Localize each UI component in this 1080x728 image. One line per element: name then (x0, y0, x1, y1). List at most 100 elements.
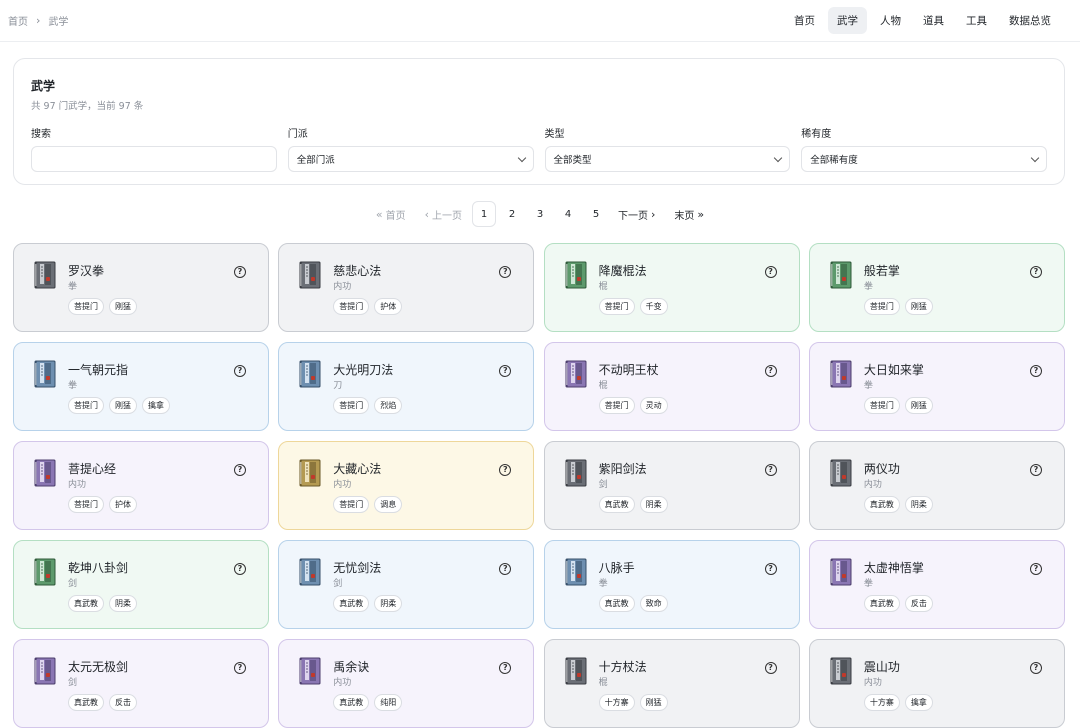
martial-art-card[interactable]: 紫阳剑法 剑 真武教 阴柔 ? (543, 441, 800, 530)
help-icon[interactable]: ? (764, 266, 777, 278)
page-button[interactable]: 4 (556, 201, 580, 227)
filter-label: 类型 (544, 129, 565, 140)
breadcrumb-home[interactable]: 首页 (8, 13, 28, 28)
martial-art-card[interactable]: 不动明王杖 棍 菩提门 灵动 ? (543, 342, 800, 431)
tag-list: 菩提门 刚猛 (863, 397, 933, 414)
tag-badge: 护体 (109, 496, 137, 513)
martial-art-card[interactable]: 菩提心经 内功 菩提门 护体 ? (13, 441, 269, 530)
martial-art-card[interactable]: 八脉手 拳 真武教 致命 ? (543, 540, 800, 629)
nav-data-overview[interactable]: 数据总览 (1000, 7, 1060, 34)
card-type: 内功 (863, 678, 882, 688)
next-page-label: 下一页 (618, 210, 648, 222)
help-icon[interactable]: ? (234, 365, 246, 377)
help-icon[interactable]: ? (1029, 662, 1042, 674)
prev-page-label: 上一页 (432, 210, 462, 222)
card-name: 般若掌 (863, 264, 900, 278)
search-field-wrapper (31, 146, 277, 172)
top-bar: 首页 › 武学 首页 武学 人物 道具 工具 数据总览 (0, 0, 1080, 42)
martial-art-card[interactable]: 一气朝元指 拳 菩提门 刚猛 擒拿 ? (13, 342, 269, 431)
nav-characters[interactable]: 人物 (871, 7, 910, 34)
tag-list: 菩提门 千变 (598, 298, 668, 315)
page-button[interactable]: 2 (500, 201, 524, 227)
help-icon[interactable]: ? (764, 365, 777, 377)
martial-art-card[interactable]: 两仪功 内功 真武教 阴柔 ? (808, 441, 1065, 530)
tag-list: 菩提门 灵动 (598, 397, 668, 414)
chevron-right-icon: › (651, 207, 656, 221)
help-icon[interactable]: ? (499, 464, 512, 476)
nav-items[interactable]: 道具 (914, 7, 953, 34)
chevron-down-icon (517, 153, 526, 162)
help-icon[interactable]: ? (1029, 365, 1042, 377)
rarity-select[interactable]: 全部稀有度 (801, 146, 1047, 172)
help-icon[interactable]: ? (499, 266, 512, 278)
martial-art-card[interactable]: 十方杖法 棍 十方寨 刚猛 ? (543, 639, 800, 728)
tag-badge: 阴柔 (904, 496, 933, 513)
card-name: 八脉手 (598, 561, 635, 575)
card-type: 剑 (598, 480, 608, 490)
card-type: 内功 (333, 678, 352, 688)
prev-page-button[interactable]: ‹ 上一页 (416, 201, 468, 227)
page-button[interactable]: 1 (472, 201, 496, 227)
help-icon[interactable]: ? (234, 563, 246, 575)
first-page-button[interactable]: « 首页 (367, 201, 412, 227)
martial-art-card[interactable]: 降魔棍法 棍 菩提门 千变 ? (543, 243, 800, 332)
help-icon[interactable]: ? (499, 662, 512, 674)
card-name: 太元无极剑 (68, 660, 129, 674)
next-page-button[interactable]: 下一页 › (612, 201, 664, 227)
tag-list: 菩提门 调息 (333, 496, 403, 513)
card-name: 十方杖法 (598, 660, 647, 674)
last-page-button[interactable]: 末页 » (668, 201, 713, 227)
martial-art-card[interactable]: 太元无极剑 剑 真武教 反击 ? (13, 639, 269, 728)
help-icon[interactable]: ? (234, 266, 246, 278)
chevron-down-icon (774, 153, 783, 162)
help-icon[interactable]: ? (764, 662, 777, 674)
nav-martial-arts[interactable]: 武学 (828, 7, 867, 34)
martial-art-card[interactable]: 慈悲心法 内功 菩提门 护体 ? (278, 243, 535, 332)
card-name: 降魔棍法 (598, 264, 647, 278)
help-icon[interactable]: ? (764, 563, 777, 575)
page-button[interactable]: 5 (584, 201, 608, 227)
card-type: 拳 (68, 381, 78, 391)
help-icon[interactable]: ? (234, 662, 246, 674)
scroll-book-icon (830, 261, 852, 289)
page-button[interactable]: 3 (528, 201, 552, 227)
panel-subtitle: 共 97 门武学，当前 97 条 (31, 101, 144, 112)
help-icon[interactable]: ? (1029, 563, 1042, 575)
martial-art-card[interactable]: 禹余诀 内功 真武教 纯阳 ? (278, 639, 535, 728)
scroll-book-icon (565, 261, 587, 289)
scroll-book-icon (34, 558, 56, 586)
type-select[interactable]: 全部类型 (544, 146, 791, 172)
tag-badge: 刚猛 (904, 298, 933, 315)
martial-art-card[interactable]: 大藏心法 内功 菩提门 调息 ? (278, 441, 535, 530)
card-name: 禹余诀 (333, 660, 370, 674)
martial-art-card[interactable]: 大光明刀法 刀 菩提门 烈焰 ? (278, 342, 535, 431)
help-icon[interactable]: ? (499, 365, 512, 377)
martial-art-card[interactable]: 太虚神悟掌 拳 真武教 反击 ? (808, 540, 1065, 629)
scroll-book-icon (830, 558, 852, 586)
tag-badge: 菩提门 (333, 496, 370, 513)
help-icon[interactable]: ? (499, 563, 512, 575)
help-icon[interactable]: ? (234, 464, 246, 476)
help-icon[interactable]: ? (1029, 266, 1042, 278)
card-type: 棍 (598, 282, 608, 292)
chevron-left-icon: ‹ (424, 207, 429, 221)
martial-art-card[interactable]: 乾坤八卦剑 剑 真武教 阴柔 ? (13, 540, 269, 629)
martial-art-card[interactable]: 震山功 内功 十方寨 擒拿 ? (808, 639, 1065, 728)
martial-art-card[interactable]: 罗汉拳 拳 菩提门 刚猛 ? (13, 243, 269, 332)
select-value: 全部门派 (296, 155, 335, 166)
tag-list: 真武教 阴柔 (598, 496, 668, 513)
martial-art-card[interactable]: 般若掌 拳 菩提门 刚猛 ? (808, 243, 1065, 332)
martial-art-card[interactable]: 大日如来掌 拳 菩提门 刚猛 ? (808, 342, 1065, 431)
sect-select[interactable]: 全部门派 (287, 146, 534, 172)
nav-home[interactable]: 首页 (785, 7, 824, 34)
tag-list: 菩提门 烈焰 (333, 397, 403, 414)
tag-badge: 真武教 (68, 595, 104, 612)
help-icon[interactable]: ? (1029, 464, 1042, 476)
scroll-book-icon (830, 360, 852, 388)
card-type: 内功 (863, 480, 882, 490)
nav-tools[interactable]: 工具 (957, 7, 996, 34)
help-icon[interactable]: ? (764, 464, 777, 476)
search-input[interactable] (40, 153, 268, 165)
filter-label: 稀有度 (801, 129, 832, 140)
martial-art-card[interactable]: 无忧剑法 剑 真武教 阴柔 ? (278, 540, 535, 629)
